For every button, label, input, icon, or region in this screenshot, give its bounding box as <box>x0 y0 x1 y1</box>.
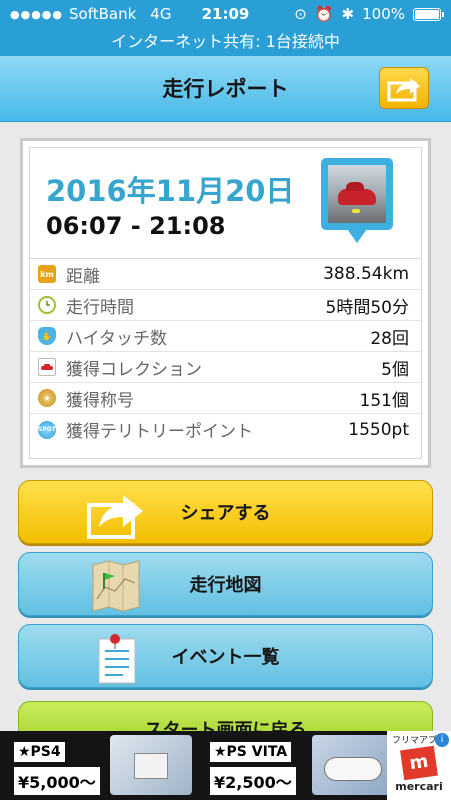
mercari-logo[interactable]: フリマアプリ m mercari i <box>387 731 451 800</box>
report-date: 2016年11月20日 <box>46 174 295 208</box>
mercari-wordmark: mercari <box>395 780 443 793</box>
signal-dots-icon: ●●●●● <box>10 7 63 21</box>
ad-item-psvita[interactable]: ★PS VITA ¥2,500〜 <box>210 741 296 795</box>
stat-label: 獲得称号 <box>66 390 134 411</box>
event-list-label: イベント一覧 <box>171 647 280 668</box>
drive-map-button[interactable]: 走行地図 <box>18 552 433 616</box>
event-list-button[interactable]: イベント一覧 <box>18 624 433 688</box>
stat-row-collection: 獲得コレクション 5個 <box>30 352 421 383</box>
battery-icon <box>413 7 444 21</box>
photo-pin[interactable] <box>321 158 393 244</box>
ad-tag: ★PS VITA <box>210 742 292 762</box>
stat-value: 388.54km <box>323 264 409 284</box>
share-button-label: シェアする <box>180 503 271 524</box>
console-shape <box>134 753 168 779</box>
hotspot-banner[interactable]: インターネット共有: 1台接続中 <box>0 28 451 56</box>
share-arrow-icon <box>87 495 143 539</box>
stat-label: 距離 <box>66 266 100 287</box>
spot-icon: SPOT <box>38 420 56 439</box>
stat-label: 獲得テリトリーポイント <box>66 422 253 442</box>
map-icon <box>92 560 140 612</box>
stat-row-territory: SPOT 獲得テリトリーポイント 1550pt <box>30 414 421 445</box>
stats-list: km 距離 388.54km 走行時間 5時間50分 ✋ ハイタッチ数 28回 <box>30 258 421 445</box>
stat-row-high-touch: ✋ ハイタッチ数 28回 <box>30 321 421 352</box>
stat-value: 1550pt <box>348 419 409 440</box>
drive-map-label: 走行地図 <box>189 575 262 596</box>
car-light <box>352 209 360 213</box>
ps4-product-image <box>110 735 192 795</box>
stat-value: 5時間50分 <box>325 297 409 318</box>
stat-row-drive-time: 走行時間 5時間50分 <box>30 290 421 321</box>
navigation-bar: 走行レポート <box>0 56 451 122</box>
ad-price: ¥5,000〜 <box>14 767 100 795</box>
photo-frame <box>321 158 393 230</box>
rotation-lock-icon: ⊙ <box>294 5 307 23</box>
carrier-label: SoftBank <box>69 5 137 23</box>
ad-info-icon[interactable]: i <box>435 733 449 747</box>
ad-tag: ★PS4 <box>14 742 65 762</box>
alarm-icon: ⏰ <box>314 5 334 23</box>
network-label: 4G <box>150 5 172 23</box>
car-icon <box>38 358 56 376</box>
medal-icon: ★ <box>38 389 56 407</box>
bluetooth-icon: ✱ <box>341 5 355 23</box>
stat-row-titles: ★ 獲得称号 151個 <box>30 383 421 414</box>
clock-icon <box>38 296 56 314</box>
report-card: 2016年11月20日 06:07 - 21:08 km 距離 388.54km <box>20 138 431 468</box>
battery-percent: 100% <box>362 5 405 23</box>
stat-row-distance: km 距離 388.54km <box>30 259 421 290</box>
stat-value: 5個 <box>381 359 409 380</box>
psvita-product-image <box>312 735 394 795</box>
stat-value: 151個 <box>359 390 409 411</box>
ad-item-ps4[interactable]: ★PS4 ¥5,000〜 <box>14 741 100 795</box>
report-time-range: 06:07 - 21:08 <box>46 212 226 240</box>
share-arrow-icon <box>387 78 420 102</box>
car-photo <box>328 165 386 223</box>
stat-label: ハイタッチ数 <box>66 328 167 349</box>
report-card-inner: 2016年11月20日 06:07 - 21:08 km 距離 388.54km <box>29 147 422 459</box>
handheld-shape <box>324 757 382 781</box>
status-bar: ●●●●● SoftBank 4G 21:09 ⊙ ⏰ ✱ 100% <box>0 0 451 28</box>
pin-tip <box>347 229 367 243</box>
memo-pin-icon <box>98 634 136 684</box>
stat-label: 走行時間 <box>66 297 134 318</box>
share-export-button[interactable] <box>379 67 429 109</box>
mercari-box-icon: m <box>400 745 438 781</box>
ad-price: ¥2,500〜 <box>210 767 296 795</box>
hand-icon: ✋ <box>38 327 56 345</box>
ad-banner[interactable]: ★PS4 ¥5,000〜 ★PS VITA ¥2,500〜 フリマアプリ m m… <box>0 731 451 800</box>
stat-label: 獲得コレクション <box>66 359 202 380</box>
km-icon: km <box>38 265 56 283</box>
share-button[interactable]: シェアする <box>18 480 433 544</box>
car-shape <box>338 182 376 205</box>
stat-value: 28回 <box>370 328 409 349</box>
